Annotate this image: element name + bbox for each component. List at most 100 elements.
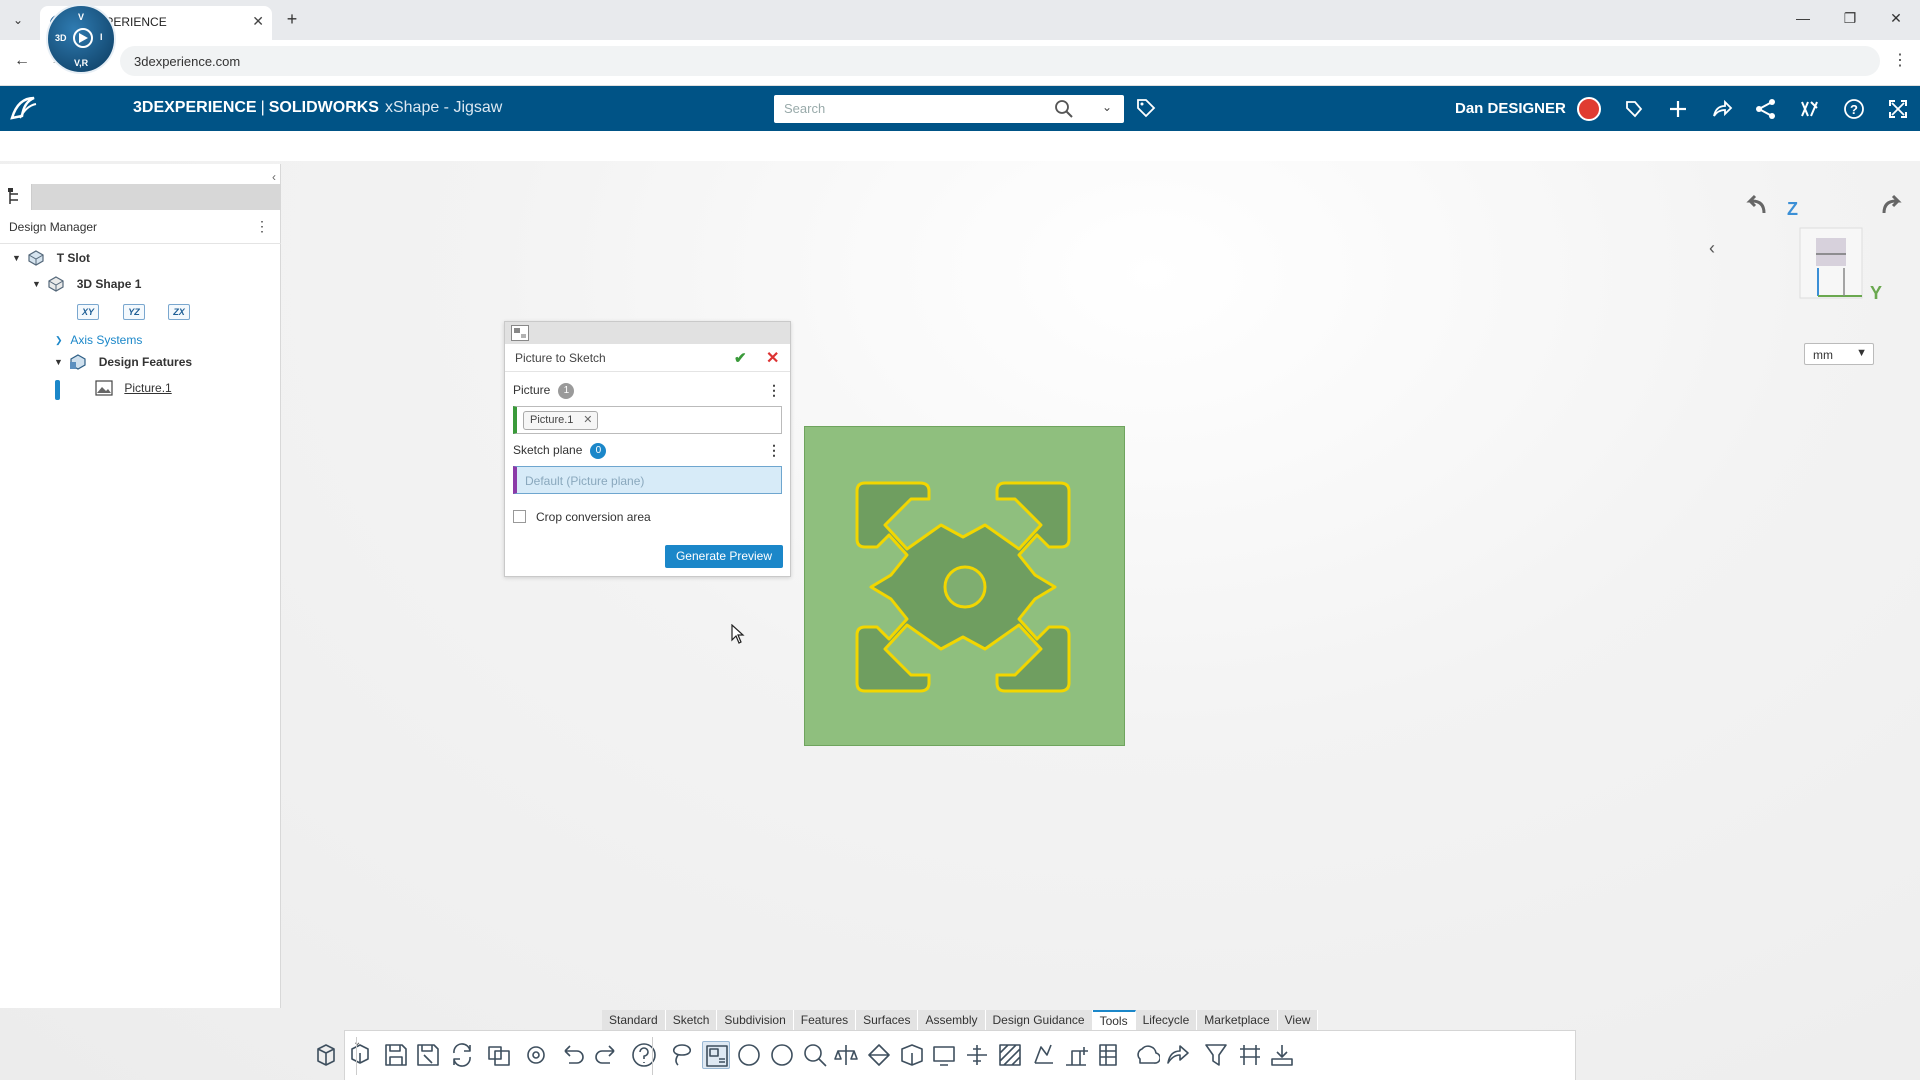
appearance-icon[interactable]	[735, 1041, 763, 1069]
expand-arrow-icon[interactable]: ▼	[32, 279, 44, 289]
plane-options-icon[interactable]: ⋮	[767, 442, 781, 459]
revisions-icon[interactable]	[485, 1041, 513, 1069]
tab-marketplace[interactable]: Marketplace	[1197, 1010, 1278, 1030]
tab-assembly[interactable]: Assembly	[918, 1010, 986, 1030]
picture-options-icon[interactable]: ⋮	[767, 382, 781, 399]
picture-chip[interactable]: Picture.1 ✕	[523, 411, 599, 430]
units-select[interactable]: mm ▼	[1804, 343, 1874, 365]
tree-tab[interactable]	[0, 184, 32, 210]
search-icon[interactable]	[1054, 99, 1074, 122]
tab-view[interactable]: View	[1277, 1010, 1319, 1030]
user-name[interactable]: Dan DESIGNER	[1455, 100, 1566, 117]
tree-item-shape[interactable]: ▼ 3D Shape 1	[32, 276, 141, 298]
part-icon	[28, 250, 44, 266]
share-tag-icon[interactable]	[1623, 98, 1645, 120]
tree-item-axis-systems[interactable]: ❯ Axis Systems	[55, 332, 142, 354]
cancel-close-icon[interactable]: ✕	[766, 348, 779, 368]
undo-icon[interactable]	[559, 1041, 587, 1069]
panel-menu-icon[interactable]: ⋮	[255, 218, 269, 235]
ok-check-icon[interactable]: ✔	[734, 349, 747, 367]
new-part-icon[interactable]	[314, 1041, 342, 1069]
tab-close-icon[interactable]: ✕	[252, 13, 264, 30]
crop-checkbox[interactable]	[513, 510, 526, 523]
generate-preview-button[interactable]: Generate Preview	[665, 545, 783, 568]
tree-item-design-features[interactable]: ▼ Design Features	[54, 354, 192, 376]
window-close-icon[interactable]: ✕	[1886, 10, 1906, 27]
cloud-sync-icon[interactable]	[1132, 1041, 1161, 1069]
tab-sketch[interactable]: Sketch	[665, 1010, 718, 1030]
back-icon[interactable]: ←	[12, 52, 32, 70]
zx-plane-icon[interactable]: ZX	[168, 304, 190, 320]
fullscreen-icon[interactable]	[1887, 98, 1909, 120]
search-input[interactable]	[784, 101, 1044, 116]
tab-features[interactable]: Features	[793, 1010, 857, 1030]
picture-to-sketch-icon[interactable]	[702, 1041, 730, 1069]
instant-3d-icon[interactable]	[1029, 1041, 1057, 1069]
save-as-icon[interactable]	[414, 1041, 442, 1069]
tab-search-dropdown-icon[interactable]: ⌄	[8, 10, 28, 30]
help-icon[interactable]: ?	[1843, 98, 1865, 120]
restore-icon[interactable]: ❐	[1840, 10, 1860, 27]
open-icon[interactable]	[348, 1041, 376, 1069]
previous-view-icon[interactable]: ‹	[1709, 238, 1715, 259]
part-table-icon[interactable]	[1094, 1041, 1122, 1069]
tab-subdivision[interactable]: Subdivision	[717, 1010, 794, 1030]
browser-menu-icon[interactable]: ⋮	[1892, 50, 1908, 70]
color-wheel-icon[interactable]	[768, 1041, 796, 1069]
tab-lifecycle[interactable]: Lifecycle	[1135, 1010, 1198, 1030]
dialog-drag-bar[interactable]	[505, 322, 790, 344]
picture-preview[interactable]	[804, 426, 1125, 746]
tab-standard[interactable]: Standard	[602, 1010, 666, 1030]
export-dxf-icon[interactable]	[1268, 1041, 1296, 1069]
save-icon[interactable]	[382, 1041, 410, 1069]
align-icon[interactable]	[963, 1041, 991, 1069]
xy-plane-icon[interactable]: XY	[77, 304, 99, 320]
measure-icon[interactable]	[801, 1041, 829, 1069]
help-circle-icon[interactable]	[630, 1041, 658, 1069]
tag-icon[interactable]	[1136, 98, 1156, 121]
plane-count-badge: 0	[590, 443, 607, 459]
apps-compass-icon[interactable]	[1799, 98, 1821, 120]
tree-label-picture: Picture.1	[124, 381, 172, 395]
settings-icon[interactable]	[522, 1041, 550, 1069]
minimize-icon[interactable]: —	[1793, 10, 1813, 26]
expand-arrow-icon[interactable]: ▼	[12, 253, 24, 263]
compass-widget[interactable]: V 3D I V,R	[46, 4, 116, 74]
render-icon[interactable]	[898, 1041, 926, 1069]
new-tab-icon[interactable]: +	[280, 9, 304, 30]
rotate-left-icon[interactable]	[1744, 193, 1768, 220]
search-options-chevron-icon[interactable]: ⌄	[1102, 100, 1112, 114]
url-field[interactable]: 3dexperience.com	[120, 46, 1880, 76]
display-icon[interactable]	[930, 1041, 958, 1069]
tree-label-design-features: Design Features	[98, 355, 193, 369]
compare-icon[interactable]	[1236, 1041, 1264, 1069]
yz-plane-icon[interactable]: YZ	[123, 304, 145, 320]
avatar[interactable]	[1577, 97, 1601, 121]
remove-chip-icon[interactable]: ✕	[583, 412, 592, 429]
insert-icon[interactable]	[1062, 1041, 1090, 1069]
sketch-plane-field[interactable]: Default (Picture plane)	[513, 466, 782, 494]
mass-properties-icon[interactable]	[832, 1041, 860, 1069]
tree-item-picture[interactable]: Picture.1	[95, 380, 172, 402]
view-cube[interactable]	[1796, 226, 1866, 305]
filter-icon[interactable]	[1202, 1041, 1230, 1069]
tree-icon	[8, 188, 18, 204]
social-share-icon[interactable]	[1755, 98, 1777, 120]
tab-design-guidance[interactable]: Design Guidance	[985, 1010, 1093, 1030]
rotate-right-icon[interactable]	[1880, 193, 1904, 220]
expand-arrow-icon[interactable]: ▼	[54, 357, 66, 367]
collapse-panel-icon[interactable]: ‹	[272, 170, 276, 184]
refresh-icon[interactable]	[448, 1041, 476, 1069]
lasso-icon[interactable]	[668, 1041, 696, 1069]
tab-surfaces[interactable]: Surfaces	[856, 1010, 919, 1030]
share-arrow-icon[interactable]	[1711, 98, 1733, 120]
redo-icon[interactable]	[592, 1041, 620, 1069]
section-view-icon[interactable]	[865, 1041, 893, 1069]
add-icon[interactable]	[1667, 98, 1689, 120]
hatch-icon[interactable]	[996, 1041, 1024, 1069]
tree-item-root[interactable]: ▼ T Slot	[12, 250, 90, 272]
expand-arrow-icon[interactable]: ❯	[55, 335, 67, 346]
tab-tools[interactable]: Tools	[1092, 1010, 1136, 1030]
picture-selection-field[interactable]: Picture.1 ✕	[513, 406, 782, 434]
share-curve-icon[interactable]	[1164, 1041, 1192, 1069]
